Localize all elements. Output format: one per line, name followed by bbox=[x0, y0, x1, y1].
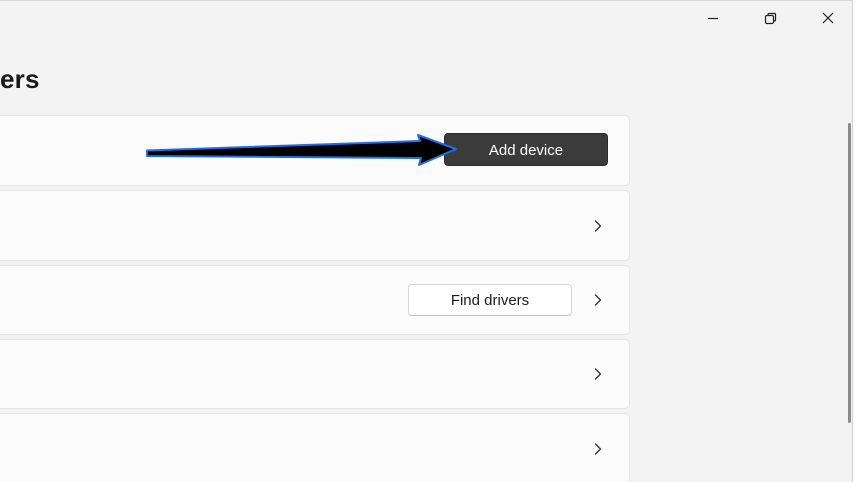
close-button[interactable] bbox=[805, 3, 851, 33]
page-title: ers bbox=[0, 64, 40, 94]
settings-row-5[interactable] bbox=[0, 413, 630, 482]
find-drivers-button[interactable]: Find drivers bbox=[408, 284, 572, 316]
restore-icon bbox=[764, 12, 776, 24]
restore-button[interactable] bbox=[747, 3, 793, 33]
chevron-right-icon bbox=[594, 219, 602, 232]
settings-row-2[interactable] bbox=[0, 190, 630, 261]
chevron-right-icon bbox=[594, 294, 602, 306]
settings-window: ers Add device Find drivers bbox=[0, 0, 853, 482]
minimize-icon bbox=[708, 17, 718, 20]
close-icon bbox=[822, 12, 834, 24]
chevron-right-icon bbox=[594, 368, 602, 380]
settings-row-4[interactable] bbox=[0, 339, 630, 409]
minimize-button[interactable] bbox=[690, 3, 736, 33]
scrollbar[interactable] bbox=[848, 123, 851, 423]
add-device-button[interactable]: Add device bbox=[444, 133, 608, 166]
chevron-right-icon bbox=[594, 443, 602, 455]
